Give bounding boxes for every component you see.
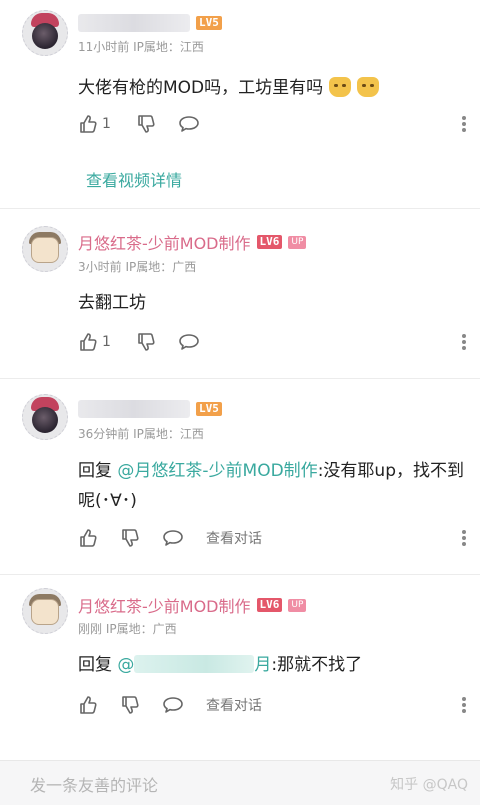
chat-bubble-icon	[163, 530, 183, 546]
thumb-down-icon	[138, 115, 155, 133]
username-redacted[interactable]	[78, 400, 190, 418]
mention-link[interactable]: @月悠红茶-少前MOD制作	[117, 461, 317, 481]
ip-location: IP属地：江西	[133, 40, 204, 54]
comment-meta: 11小时前 IP属地：江西	[78, 38, 204, 55]
chat-bubble-icon	[163, 697, 183, 713]
like-count: 1	[102, 334, 111, 350]
reply-button[interactable]	[162, 526, 184, 550]
ip-location: IP属地：江西	[133, 427, 204, 441]
chat-bubble-icon	[179, 334, 199, 350]
divider	[0, 208, 480, 209]
avatar-image	[31, 237, 59, 263]
like-button[interactable]	[78, 693, 102, 717]
dislike-button[interactable]	[120, 693, 140, 717]
level-badge: LV5	[196, 16, 222, 30]
comment-time: 刚刚	[78, 622, 103, 636]
like-button[interactable]: 1	[78, 112, 111, 136]
thumb-down-icon	[138, 333, 155, 351]
comment-header: 月悠红茶-少前MOD制作 LV6 UP	[78, 230, 307, 254]
ip-location: IP属地：广西	[105, 622, 177, 636]
reply-prefix: 回复	[78, 461, 112, 481]
like-button[interactable]: 1	[78, 330, 111, 354]
username[interactable]: 月悠红茶-少前MOD制作	[78, 593, 251, 617]
view-video-details-link[interactable]: 查看视频详情	[86, 167, 182, 191]
view-conversation-link[interactable]: 查看对话	[206, 528, 262, 548]
comment-meta: 36分钟前 IP属地：江西	[78, 425, 204, 442]
comment-time: 3小时前	[78, 260, 122, 274]
dislike-button[interactable]	[136, 330, 156, 354]
view-conversation-link[interactable]: 查看对话	[206, 695, 262, 715]
like-button[interactable]	[78, 526, 102, 550]
avatar-image	[32, 23, 58, 49]
comment-meta: 3小时前 IP属地：广西	[78, 258, 196, 275]
comment-actions: 查看对话	[78, 693, 468, 717]
more-options-icon[interactable]	[460, 114, 468, 134]
comment-header: LV5	[78, 398, 222, 420]
more-options-icon[interactable]	[460, 332, 468, 352]
more-options-icon[interactable]	[460, 528, 468, 548]
avatar-image	[31, 599, 59, 625]
reply-button[interactable]	[178, 112, 200, 136]
thumb-up-icon	[80, 529, 97, 547]
divider	[0, 574, 480, 575]
comment-text: 回复 @ 月:那就不找了	[78, 655, 363, 675]
mention-redacted	[134, 655, 255, 673]
comment-meta: 刚刚 IP属地：广西	[78, 620, 177, 637]
up-badge: UP	[288, 235, 307, 249]
watermark: 知乎 @QAQ	[390, 777, 468, 793]
thumb-up-icon	[80, 696, 97, 714]
username[interactable]: 月悠红茶-少前MOD制作	[78, 230, 251, 254]
comment-actions: 1	[78, 330, 468, 354]
dislike-button[interactable]	[120, 526, 140, 550]
doge-emoji-icon	[329, 77, 352, 97]
divider	[0, 378, 480, 379]
thumb-down-icon	[122, 529, 139, 547]
comment-header: LV5	[78, 12, 222, 34]
reply-prefix: 回复	[78, 655, 112, 675]
more-options-icon[interactable]	[460, 695, 468, 715]
thumb-down-icon	[122, 696, 139, 714]
avatar[interactable]	[22, 588, 68, 634]
comment-text: 大佬有枪的MOD吗，工坊里有吗	[78, 73, 468, 103]
up-badge: UP	[288, 598, 307, 612]
dislike-button[interactable]	[136, 112, 156, 136]
comment-text: 回复 @月悠红茶-少前MOD制作:没有耶up，找不到呢(･∀･)	[78, 461, 464, 511]
comment-actions: 查看对话	[78, 526, 468, 550]
thumb-up-icon	[80, 333, 97, 351]
thumb-up-icon	[80, 115, 97, 133]
reply-button[interactable]	[162, 693, 184, 717]
comment-header: 月悠红茶-少前MOD制作 LV6 UP	[78, 593, 307, 617]
comment-input-placeholder[interactable]: 发一条友善的评论	[30, 772, 158, 796]
chat-bubble-icon	[179, 116, 199, 132]
comment-time: 11小时前	[78, 40, 130, 54]
avatar[interactable]	[22, 394, 68, 440]
doge-emoji-icon	[357, 77, 380, 97]
avatar[interactable]	[22, 10, 68, 56]
reply-button[interactable]	[178, 330, 200, 354]
level-badge: LV5	[196, 402, 222, 416]
mention-link[interactable]: @ 月	[117, 655, 271, 675]
username-redacted[interactable]	[78, 14, 190, 32]
comment-input-bar[interactable]: 发一条友善的评论 知乎 @QAQ	[0, 760, 480, 805]
comment-time: 36分钟前	[78, 427, 130, 441]
like-count: 1	[102, 116, 111, 132]
comment-actions: 1	[78, 112, 468, 136]
level-badge: LV6	[256, 598, 283, 612]
avatar-image	[32, 407, 58, 433]
level-badge: LV6	[256, 235, 283, 249]
ip-location: IP属地：广西	[125, 260, 197, 274]
avatar[interactable]	[22, 226, 68, 272]
comment-text: 去翻工坊	[78, 293, 146, 313]
comment-page: LV5 11小时前 IP属地：江西 大佬有枪的MOD吗，工坊里有吗 1 查看视频…	[0, 0, 480, 805]
